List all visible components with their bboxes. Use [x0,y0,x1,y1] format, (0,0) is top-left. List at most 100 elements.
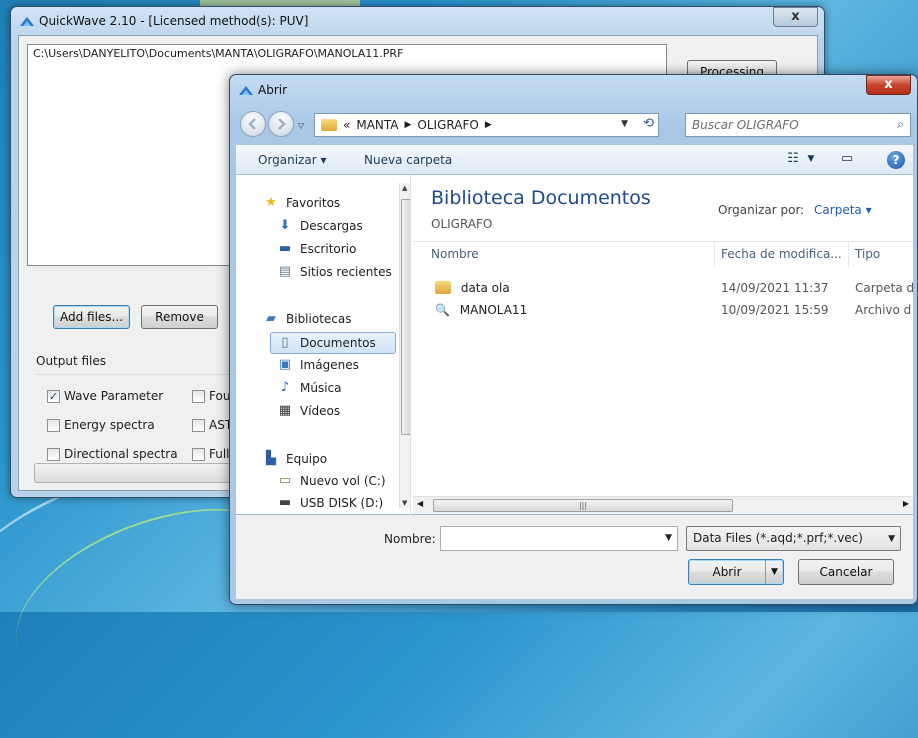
address-bar[interactable]: « MANTA ▶ OLIGRAFO ▶ ▼ ⟲ [314,113,659,137]
chevron-down-icon[interactable]: ▼ [888,534,895,544]
organize-menu[interactable]: Organizar ▾ [258,153,327,167]
dialog-close-button[interactable]: x [866,75,911,95]
quickwave-titlebar[interactable]: QuickWave 2.10 - [Licensed method(s): PU… [11,7,824,35]
nav-label: Bibliotecas [286,312,352,326]
column-header-type[interactable]: Tipo [849,241,913,267]
usb-drive-icon: ▬ [278,495,292,510]
refresh-icon[interactable]: ⟲ [643,116,654,131]
progress-bar [34,463,234,483]
file-type-select[interactable]: Data Files (*.aqd;*.prf;*.vec) ▼ [686,526,901,551]
scroll-right-icon[interactable]: ▶ [903,499,909,508]
horizontal-scroll-thumb[interactable]: ||| [433,499,733,512]
nav-label: Música [300,381,342,395]
recent-locations-chevron-icon[interactable]: ▽ [298,121,304,130]
music-icon: ♪ [280,380,290,395]
nav-label: USB DISK (D:) [300,496,384,510]
nav-drive-d[interactable]: ▬ USB DISK (D:) [276,495,383,511]
help-icon[interactable]: ? [887,151,905,169]
checkbox-directional-spectra[interactable]: Directional spectra [47,447,178,461]
file-type-value: Data Files (*.aqd;*.prf;*.vec) [693,531,863,545]
chevron-down-icon[interactable]: ▼ [665,533,672,543]
preview-pane-icon[interactable]: ▭ [838,151,856,167]
key-file-icon: 🔍 [435,303,450,317]
table-row[interactable]: data ola [435,281,510,295]
forward-button[interactable] [268,111,294,137]
nav-drive-c[interactable]: ▭ Nuevo vol (C:) [276,473,386,489]
breadcrumb-separator-icon[interactable]: ▶ [405,120,412,130]
column-header-name[interactable]: Nombre [425,241,715,267]
checkbox-wave-parameter[interactable]: ✓ Wave Parameter [47,389,163,403]
column-header-date[interactable]: Fecha de modifica... [715,241,849,267]
checkbox-icon[interactable] [47,418,60,432]
add-files-button[interactable]: Add files... [53,305,130,329]
desktop-icon: ▬ [278,241,292,256]
checkbox-label: Energy spectra [64,418,155,432]
checkbox-icon[interactable] [47,447,60,461]
open-file-dialog: Abrir x ▽ « MANTA ▶ OLIGRAFO ▶ ▼ ⟲ Busca… [229,74,918,605]
new-folder-button[interactable]: Nueva carpeta [364,153,452,167]
nav-label: Equipo [286,452,328,466]
nav-musica[interactable]: ♪ Música [276,380,342,396]
search-input[interactable]: Buscar OLIGRAFO ⌕ [685,113,911,137]
checkbox-icon[interactable] [192,418,205,432]
nav-imagenes[interactable]: ▣ Imágenes [276,357,359,373]
navigation-pane[interactable]: ★ Favoritos ⬇ Descargas ▬ Escritorio ▤ S… [236,175,411,515]
nav-videos[interactable]: ▦ Vídeos [276,403,340,419]
view-options-icon[interactable]: ☷ [784,151,802,167]
checkbox-fourier[interactable]: Fou [192,389,230,403]
nav-equipo[interactable]: ▙ Equipo [262,451,327,467]
nav-scrollbar[interactable]: ▲ ▼ [399,183,410,508]
nav-favorites[interactable]: ★ Favoritos [262,195,340,211]
organize-by: Organizar por: Carpeta ▾ [718,203,872,217]
nav-label: Imágenes [300,358,359,372]
nav-sitios-recientes[interactable]: ▤ Sitios recientes [276,264,392,280]
table-row[interactable]: 🔍 MANOLA11 [435,303,527,317]
file-type: Archivo d [855,303,912,317]
file-content-pane[interactable]: Biblioteca Documentos OLIGRAFO Organizar… [413,175,913,515]
output-files-label: Output files [36,354,107,368]
nav-scroll-thumb[interactable] [401,199,410,435]
search-icon[interactable]: ⌕ [897,117,904,132]
checkbox-ast[interactable]: AST [192,418,232,432]
address-overflow[interactable]: « [343,118,350,132]
scroll-down-icon[interactable]: ▼ [402,499,407,507]
checkbox-icon[interactable] [192,447,205,461]
organize-by-dropdown[interactable]: Carpeta ▾ [814,203,872,217]
back-arrow-icon [248,118,256,130]
checkbox-label: Fou [209,389,231,403]
file-type: Carpeta d [855,281,913,295]
scroll-up-icon[interactable]: ▲ [402,184,407,192]
checkbox-full[interactable]: Full [192,447,230,461]
open-button[interactable]: Abrir ▼ [688,559,784,585]
nav-label: Vídeos [300,404,341,418]
nav-label: Sitios recientes [300,265,392,279]
quickwave-close-button[interactable]: x [773,7,818,27]
nav-descargas[interactable]: ⬇ Descargas [276,218,363,234]
breadcrumb-oligrafo[interactable]: OLIGRAFO [417,118,478,132]
address-dropdown-icon[interactable]: ▼ [621,119,628,129]
nav-bibliotecas[interactable]: ▰ Bibliotecas [262,311,351,327]
checkbox-energy-spectra[interactable]: Energy spectra [47,418,155,432]
nav-label: Favoritos [286,196,341,210]
checkbox-label: Wave Parameter [64,389,164,403]
filename-input[interactable]: ▼ [440,526,678,551]
cancel-button[interactable]: Cancelar [798,559,894,585]
nav-documentos[interactable]: ▯ Documentos [270,332,396,354]
star-icon: ★ [265,195,277,210]
horizontal-scrollbar[interactable]: ◀ ||| ▶ [413,496,913,514]
remove-button[interactable]: Remove [141,305,218,329]
file-list-item[interactable]: C:\Users\DANYELITO\Documents\MANTA\OLIGR… [33,47,661,60]
view-dropdown-icon[interactable]: ▼ [802,154,820,170]
checkbox-checked-icon[interactable]: ✓ [47,389,60,403]
checkbox-icon[interactable] [192,389,205,403]
quickwave-app-icon [20,17,34,26]
nav-label: Nuevo vol (C:) [300,474,386,488]
back-button[interactable] [240,111,266,137]
scroll-left-icon[interactable]: ◀ [417,499,423,508]
hard-drive-icon: ▭ [278,473,292,488]
nav-label: Documentos [300,336,376,350]
nav-escritorio[interactable]: ▬ Escritorio [276,241,357,257]
breadcrumb-separator-icon[interactable]: ▶ [485,120,492,130]
open-split-chevron-icon[interactable]: ▼ [765,560,783,584]
breadcrumb-manta[interactable]: MANTA [356,118,398,132]
